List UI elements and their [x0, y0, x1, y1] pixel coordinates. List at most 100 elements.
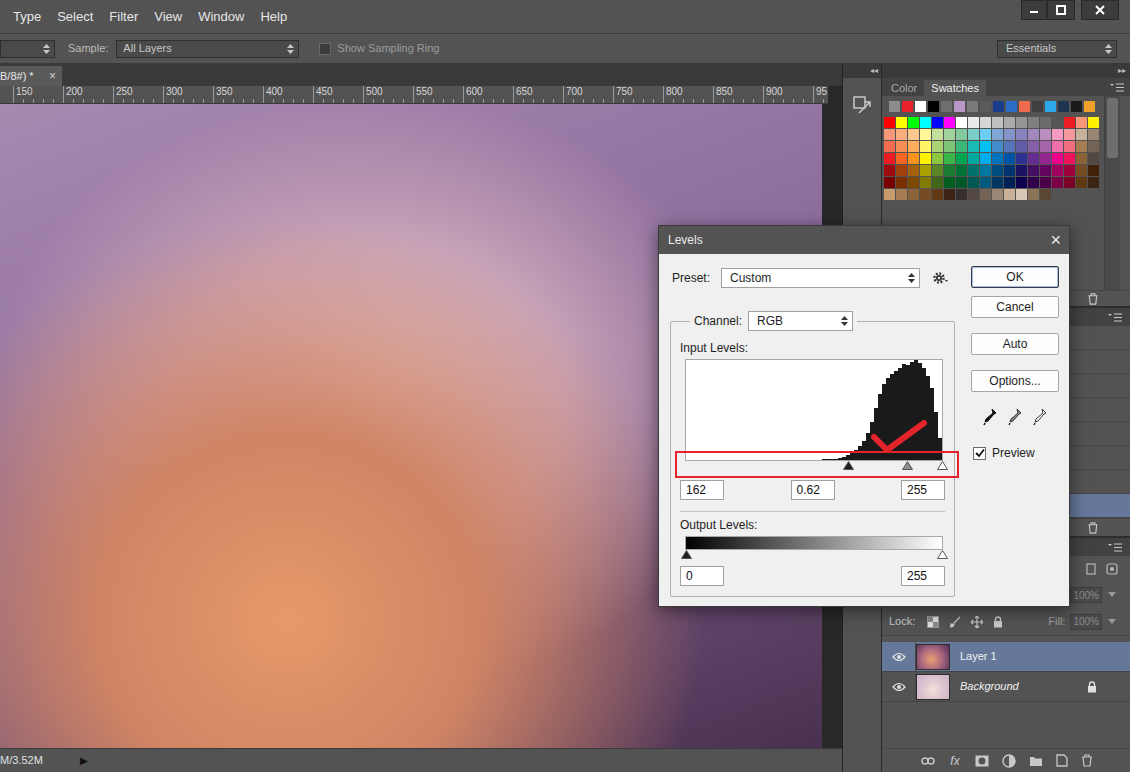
- lock-all-icon[interactable]: [993, 616, 1003, 628]
- swatch[interactable]: [944, 189, 955, 200]
- swatch[interactable]: [1040, 117, 1051, 128]
- fill-field[interactable]: 100%: [1070, 614, 1102, 630]
- white-slider-handle[interactable]: [937, 461, 948, 470]
- swatch[interactable]: [956, 153, 967, 164]
- swatch[interactable]: [944, 141, 955, 152]
- white-slider-handle[interactable]: [937, 550, 948, 559]
- swatch[interactable]: [908, 141, 919, 152]
- swatch[interactable]: [884, 141, 895, 152]
- swatch[interactable]: [908, 129, 919, 140]
- new-layer-icon[interactable]: [1056, 754, 1068, 767]
- swatch[interactable]: [896, 189, 907, 200]
- dialog-title-bar[interactable]: Levels ×: [659, 226, 1069, 254]
- swatch[interactable]: [884, 153, 895, 164]
- recent-swatch[interactable]: [1084, 101, 1095, 112]
- level-value-field[interactable]: 255: [901, 480, 945, 500]
- swatch[interactable]: [1028, 189, 1039, 200]
- swatch[interactable]: [968, 153, 979, 164]
- swatch[interactable]: [944, 117, 955, 128]
- swatch[interactable]: [956, 129, 967, 140]
- trash-icon[interactable]: [1087, 293, 1099, 305]
- recent-swatch[interactable]: [1006, 101, 1017, 112]
- recent-swatch[interactable]: [941, 101, 952, 112]
- lock-transparency-icon[interactable]: [927, 616, 939, 628]
- menu-item[interactable]: Select: [49, 7, 101, 27]
- lock-position-icon[interactable]: [971, 616, 983, 628]
- dialog-button[interactable]: Cancel: [971, 296, 1059, 318]
- swatch[interactable]: [992, 141, 1003, 152]
- swatch[interactable]: [908, 153, 919, 164]
- adjustment-layer-icon[interactable]: [1002, 754, 1016, 768]
- output-slider-track[interactable]: [685, 550, 943, 560]
- swatch[interactable]: [1076, 117, 1087, 128]
- recent-swatch[interactable]: [928, 101, 939, 112]
- swatch[interactable]: [1004, 117, 1015, 128]
- recent-swatch[interactable]: [1032, 101, 1043, 112]
- swatch[interactable]: [1016, 129, 1027, 140]
- swatch[interactable]: [896, 141, 907, 152]
- swatch[interactable]: [1040, 177, 1051, 188]
- scrollbar-thumb[interactable]: [1107, 98, 1118, 158]
- swatch[interactable]: [920, 189, 931, 200]
- swatch[interactable]: [920, 117, 931, 128]
- layer-name[interactable]: Layer 1: [960, 648, 997, 665]
- swatch[interactable]: [932, 177, 943, 188]
- swatch[interactable]: [980, 129, 991, 140]
- swatch[interactable]: [1040, 129, 1051, 140]
- layer-row[interactable]: Layer 1: [882, 642, 1130, 672]
- recent-swatch[interactable]: [993, 101, 1004, 112]
- swatch[interactable]: [956, 117, 967, 128]
- layer-name[interactable]: Background: [960, 678, 1019, 695]
- swatch[interactable]: [896, 129, 907, 140]
- workspace-dropdown[interactable]: Essentials: [997, 40, 1117, 58]
- swatch[interactable]: [956, 141, 967, 152]
- swatch[interactable]: [1004, 165, 1015, 176]
- link-icon[interactable]: [921, 756, 935, 766]
- swatch[interactable]: [932, 165, 943, 176]
- input-slider-track[interactable]: [685, 461, 943, 473]
- visibility-toggle[interactable]: [882, 672, 916, 701]
- panel-menu-icon[interactable]: [1108, 313, 1122, 322]
- swatch[interactable]: [944, 129, 955, 140]
- swatch[interactable]: [1076, 165, 1087, 176]
- lock-pixels-icon[interactable]: [949, 616, 961, 628]
- swatch[interactable]: [920, 177, 931, 188]
- swatch[interactable]: [1052, 141, 1063, 152]
- swatch[interactable]: [980, 141, 991, 152]
- swatch[interactable]: [1028, 165, 1039, 176]
- status-menu-arrow[interactable]: ▶: [80, 753, 88, 768]
- sample-size-dropdown[interactable]: [0, 40, 55, 58]
- panel-menu-button[interactable]: [1110, 78, 1124, 96]
- swatch[interactable]: [944, 177, 955, 188]
- swatch[interactable]: [1088, 129, 1099, 140]
- recent-swatch[interactable]: [915, 101, 926, 112]
- swatch[interactable]: [1028, 177, 1039, 188]
- swatch[interactable]: [992, 165, 1003, 176]
- swatch[interactable]: [1064, 117, 1075, 128]
- swatch[interactable]: [980, 165, 991, 176]
- swatch[interactable]: [968, 189, 979, 200]
- swatch[interactable]: [968, 141, 979, 152]
- swatch[interactable]: [1028, 117, 1039, 128]
- swatch[interactable]: [1004, 177, 1015, 188]
- swatch[interactable]: [1076, 177, 1087, 188]
- swatch[interactable]: [1004, 129, 1015, 140]
- collapse-button[interactable]: ◂◂: [870, 66, 878, 76]
- recent-swatch[interactable]: [967, 101, 978, 112]
- maximize-button[interactable]: [1047, 0, 1075, 20]
- sampling-ring-option[interactable]: Show Sampling Ring: [319, 40, 439, 57]
- swatch[interactable]: [932, 141, 943, 152]
- swatch[interactable]: [1076, 153, 1087, 164]
- swatch[interactable]: [1004, 141, 1015, 152]
- swatch[interactable]: [1016, 117, 1027, 128]
- mask-icon[interactable]: [975, 755, 989, 767]
- swatch[interactable]: [920, 165, 931, 176]
- document-tab[interactable]: B/8#) * ×: [0, 66, 62, 86]
- document-tab-close[interactable]: ×: [49, 67, 62, 85]
- swatch[interactable]: [932, 153, 943, 164]
- dialog-button[interactable]: OK: [971, 266, 1059, 288]
- swatch[interactable]: [956, 177, 967, 188]
- swatch[interactable]: [1088, 153, 1099, 164]
- swatch[interactable]: [884, 189, 895, 200]
- swatch[interactable]: [1016, 177, 1027, 188]
